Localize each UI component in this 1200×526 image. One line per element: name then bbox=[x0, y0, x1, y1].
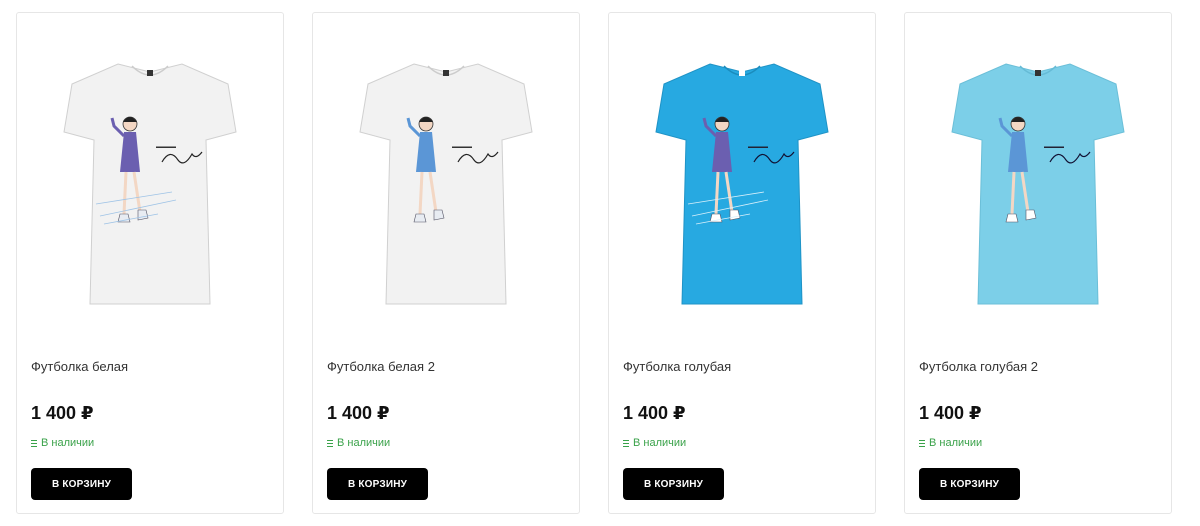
add-to-cart-button[interactable]: В КОРЗИНУ bbox=[919, 468, 1020, 500]
svg-text:▬▬▬▬: ▬▬▬▬ bbox=[748, 144, 768, 150]
stock-status: В наличии bbox=[623, 437, 686, 449]
product-image[interactable]: ▬▬▬▬ bbox=[905, 13, 1171, 333]
add-to-cart-button[interactable]: В КОРЗИНУ bbox=[31, 468, 132, 500]
stock-label: В наличии bbox=[633, 437, 687, 449]
add-to-cart-button[interactable]: В КОРЗИНУ bbox=[623, 468, 724, 500]
stock-status: В наличии bbox=[327, 437, 390, 449]
product-card[interactable]: ▬▬▬▬ Футболка белая 2 1 400 ₽ В наличии … bbox=[312, 12, 580, 514]
product-title[interactable]: Футболка голубая bbox=[623, 359, 731, 374]
product-grid: ▬▬▬▬ Футболка белая 1 400 ₽ В наличии В … bbox=[16, 12, 1172, 514]
svg-text:▬▬▬▬: ▬▬▬▬ bbox=[1044, 144, 1064, 150]
product-title[interactable]: Футболка белая bbox=[31, 359, 128, 374]
stock-icon bbox=[327, 439, 333, 447]
stock-icon bbox=[623, 439, 629, 447]
product-price: 1 400 ₽ bbox=[327, 403, 390, 423]
tshirt-image: ▬▬▬▬ bbox=[655, 63, 829, 305]
product-title[interactable]: Футболка голубая 2 bbox=[919, 359, 1038, 374]
stock-icon bbox=[919, 439, 925, 447]
add-to-cart-button[interactable]: В КОРЗИНУ bbox=[327, 468, 428, 500]
stock-label: В наличии bbox=[41, 437, 95, 449]
tshirt-image: ▬▬▬▬ bbox=[951, 63, 1125, 305]
product-price: 1 400 ₽ bbox=[623, 403, 686, 423]
stock-icon bbox=[31, 439, 37, 447]
svg-text:▬▬▬▬: ▬▬▬▬ bbox=[452, 144, 472, 150]
product-title[interactable]: Футболка белая 2 bbox=[327, 359, 435, 374]
product-card[interactable]: ▬▬▬▬ Футболка голубая 1 400 ₽ В наличии … bbox=[608, 12, 876, 514]
product-card[interactable]: ▬▬▬▬ Футболка голубая 2 1 400 ₽ В наличи… bbox=[904, 12, 1172, 514]
tshirt-image: ▬▬▬▬ bbox=[63, 63, 237, 305]
stock-status: В наличии bbox=[31, 437, 94, 449]
product-image[interactable]: ▬▬▬▬ bbox=[17, 13, 283, 333]
stock-status: В наличии bbox=[919, 437, 982, 449]
stock-label: В наличии bbox=[337, 437, 391, 449]
tshirt-image: ▬▬▬▬ bbox=[359, 63, 533, 305]
product-image[interactable]: ▬▬▬▬ bbox=[609, 13, 875, 333]
product-price: 1 400 ₽ bbox=[919, 403, 982, 423]
product-image[interactable]: ▬▬▬▬ bbox=[313, 13, 579, 333]
stock-label: В наличии bbox=[929, 437, 983, 449]
product-card[interactable]: ▬▬▬▬ Футболка белая 1 400 ₽ В наличии В … bbox=[16, 12, 284, 514]
product-price: 1 400 ₽ bbox=[31, 403, 94, 423]
svg-text:▬▬▬▬: ▬▬▬▬ bbox=[156, 144, 176, 150]
